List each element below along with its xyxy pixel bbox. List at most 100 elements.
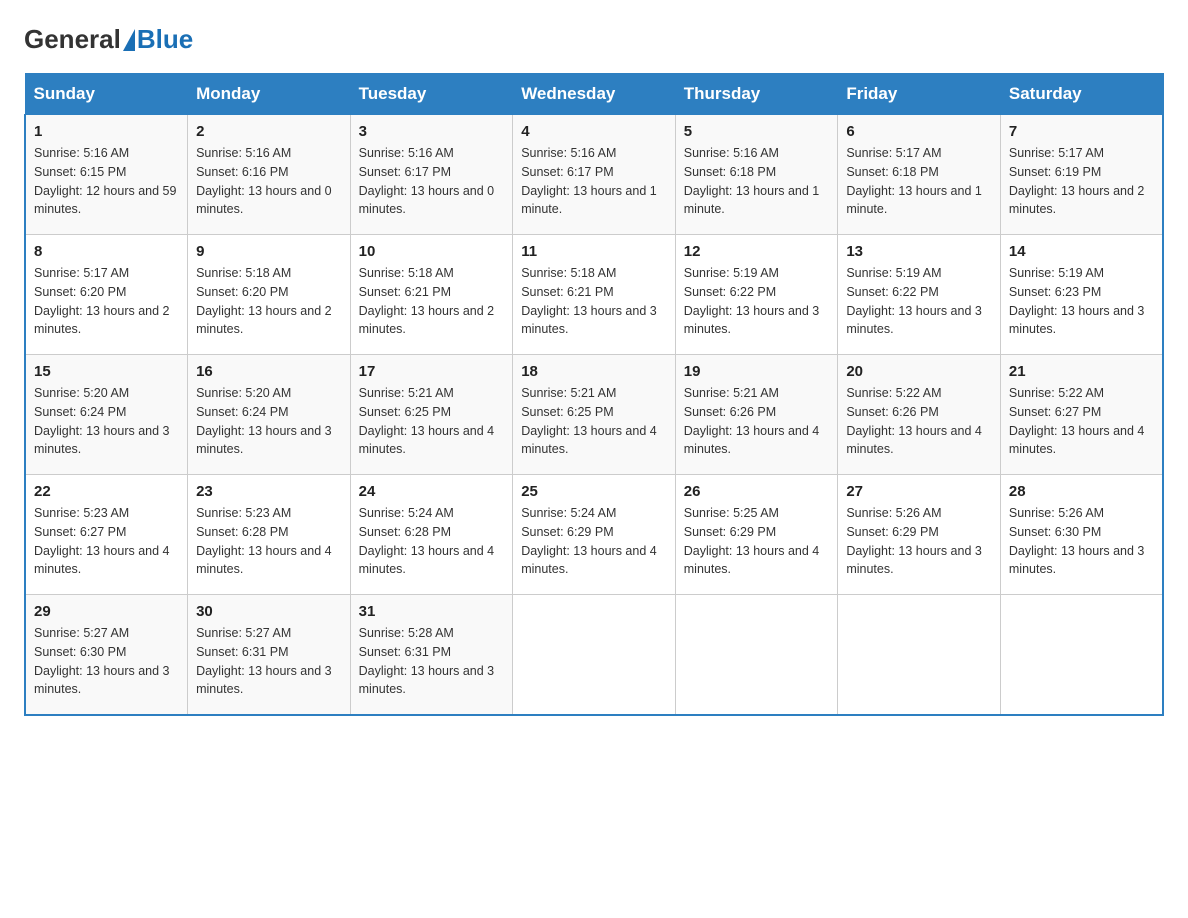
day-info: Sunrise: 5:20 AM Sunset: 6:24 PM Dayligh… (34, 384, 179, 459)
calendar-week-row: 8 Sunrise: 5:17 AM Sunset: 6:20 PM Dayli… (25, 235, 1163, 355)
calendar-cell: 24 Sunrise: 5:24 AM Sunset: 6:28 PM Dayl… (350, 475, 513, 595)
day-number: 28 (1009, 483, 1154, 500)
day-info: Sunrise: 5:19 AM Sunset: 6:22 PM Dayligh… (684, 264, 830, 339)
calendar-cell: 13 Sunrise: 5:19 AM Sunset: 6:22 PM Dayl… (838, 235, 1001, 355)
day-info: Sunrise: 5:20 AM Sunset: 6:24 PM Dayligh… (196, 384, 342, 459)
calendar-cell: 5 Sunrise: 5:16 AM Sunset: 6:18 PM Dayli… (675, 115, 838, 235)
day-info: Sunrise: 5:21 AM Sunset: 6:26 PM Dayligh… (684, 384, 830, 459)
column-header-monday: Monday (188, 74, 351, 115)
day-number: 8 (34, 243, 179, 260)
calendar-cell: 31 Sunrise: 5:28 AM Sunset: 6:31 PM Dayl… (350, 595, 513, 715)
day-info: Sunrise: 5:16 AM Sunset: 6:17 PM Dayligh… (359, 144, 505, 219)
day-number: 15 (34, 363, 179, 380)
day-number: 21 (1009, 363, 1154, 380)
day-info: Sunrise: 5:19 AM Sunset: 6:23 PM Dayligh… (1009, 264, 1154, 339)
day-number: 10 (359, 243, 505, 260)
day-number: 20 (846, 363, 992, 380)
logo-blue-text: Blue (137, 24, 193, 55)
calendar-cell (838, 595, 1001, 715)
day-info: Sunrise: 5:26 AM Sunset: 6:29 PM Dayligh… (846, 504, 992, 579)
column-header-sunday: Sunday (25, 74, 188, 115)
day-number: 6 (846, 123, 992, 140)
calendar-week-row: 29 Sunrise: 5:27 AM Sunset: 6:30 PM Dayl… (25, 595, 1163, 715)
calendar-cell: 22 Sunrise: 5:23 AM Sunset: 6:27 PM Dayl… (25, 475, 188, 595)
day-info: Sunrise: 5:21 AM Sunset: 6:25 PM Dayligh… (359, 384, 505, 459)
calendar-cell: 10 Sunrise: 5:18 AM Sunset: 6:21 PM Dayl… (350, 235, 513, 355)
day-number: 19 (684, 363, 830, 380)
calendar-header-row: SundayMondayTuesdayWednesdayThursdayFrid… (25, 74, 1163, 115)
day-info: Sunrise: 5:16 AM Sunset: 6:17 PM Dayligh… (521, 144, 667, 219)
day-info: Sunrise: 5:24 AM Sunset: 6:29 PM Dayligh… (521, 504, 667, 579)
calendar-cell (675, 595, 838, 715)
column-header-friday: Friday (838, 74, 1001, 115)
calendar-cell: 9 Sunrise: 5:18 AM Sunset: 6:20 PM Dayli… (188, 235, 351, 355)
calendar-cell: 2 Sunrise: 5:16 AM Sunset: 6:16 PM Dayli… (188, 115, 351, 235)
day-number: 26 (684, 483, 830, 500)
logo-triangle-icon (123, 29, 135, 51)
day-info: Sunrise: 5:27 AM Sunset: 6:30 PM Dayligh… (34, 624, 179, 699)
day-info: Sunrise: 5:26 AM Sunset: 6:30 PM Dayligh… (1009, 504, 1154, 579)
day-number: 4 (521, 123, 667, 140)
day-info: Sunrise: 5:22 AM Sunset: 6:26 PM Dayligh… (846, 384, 992, 459)
day-info: Sunrise: 5:23 AM Sunset: 6:28 PM Dayligh… (196, 504, 342, 579)
day-number: 24 (359, 483, 505, 500)
day-number: 25 (521, 483, 667, 500)
day-number: 13 (846, 243, 992, 260)
calendar-cell (513, 595, 676, 715)
day-info: Sunrise: 5:25 AM Sunset: 6:29 PM Dayligh… (684, 504, 830, 579)
calendar-table: SundayMondayTuesdayWednesdayThursdayFrid… (24, 73, 1164, 716)
day-info: Sunrise: 5:17 AM Sunset: 6:19 PM Dayligh… (1009, 144, 1154, 219)
calendar-cell: 8 Sunrise: 5:17 AM Sunset: 6:20 PM Dayli… (25, 235, 188, 355)
day-info: Sunrise: 5:27 AM Sunset: 6:31 PM Dayligh… (196, 624, 342, 699)
day-number: 7 (1009, 123, 1154, 140)
column-header-wednesday: Wednesday (513, 74, 676, 115)
day-info: Sunrise: 5:17 AM Sunset: 6:18 PM Dayligh… (846, 144, 992, 219)
calendar-cell: 4 Sunrise: 5:16 AM Sunset: 6:17 PM Dayli… (513, 115, 676, 235)
day-info: Sunrise: 5:22 AM Sunset: 6:27 PM Dayligh… (1009, 384, 1154, 459)
calendar-cell: 1 Sunrise: 5:16 AM Sunset: 6:15 PM Dayli… (25, 115, 188, 235)
day-number: 16 (196, 363, 342, 380)
day-info: Sunrise: 5:24 AM Sunset: 6:28 PM Dayligh… (359, 504, 505, 579)
day-info: Sunrise: 5:23 AM Sunset: 6:27 PM Dayligh… (34, 504, 179, 579)
day-number: 1 (34, 123, 179, 140)
day-number: 31 (359, 603, 505, 620)
day-number: 30 (196, 603, 342, 620)
logo: General Blue (24, 24, 193, 55)
calendar-week-row: 1 Sunrise: 5:16 AM Sunset: 6:15 PM Dayli… (25, 115, 1163, 235)
calendar-cell: 11 Sunrise: 5:18 AM Sunset: 6:21 PM Dayl… (513, 235, 676, 355)
day-info: Sunrise: 5:16 AM Sunset: 6:18 PM Dayligh… (684, 144, 830, 219)
day-number: 12 (684, 243, 830, 260)
day-number: 14 (1009, 243, 1154, 260)
day-number: 5 (684, 123, 830, 140)
day-number: 2 (196, 123, 342, 140)
day-info: Sunrise: 5:18 AM Sunset: 6:20 PM Dayligh… (196, 264, 342, 339)
day-info: Sunrise: 5:28 AM Sunset: 6:31 PM Dayligh… (359, 624, 505, 699)
day-number: 27 (846, 483, 992, 500)
day-info: Sunrise: 5:18 AM Sunset: 6:21 PM Dayligh… (359, 264, 505, 339)
day-number: 9 (196, 243, 342, 260)
day-info: Sunrise: 5:17 AM Sunset: 6:20 PM Dayligh… (34, 264, 179, 339)
calendar-cell: 7 Sunrise: 5:17 AM Sunset: 6:19 PM Dayli… (1000, 115, 1163, 235)
day-number: 29 (34, 603, 179, 620)
calendar-cell: 15 Sunrise: 5:20 AM Sunset: 6:24 PM Dayl… (25, 355, 188, 475)
calendar-cell: 30 Sunrise: 5:27 AM Sunset: 6:31 PM Dayl… (188, 595, 351, 715)
calendar-week-row: 22 Sunrise: 5:23 AM Sunset: 6:27 PM Dayl… (25, 475, 1163, 595)
day-number: 18 (521, 363, 667, 380)
column-header-tuesday: Tuesday (350, 74, 513, 115)
calendar-cell: 12 Sunrise: 5:19 AM Sunset: 6:22 PM Dayl… (675, 235, 838, 355)
calendar-cell: 20 Sunrise: 5:22 AM Sunset: 6:26 PM Dayl… (838, 355, 1001, 475)
calendar-week-row: 15 Sunrise: 5:20 AM Sunset: 6:24 PM Dayl… (25, 355, 1163, 475)
calendar-cell: 28 Sunrise: 5:26 AM Sunset: 6:30 PM Dayl… (1000, 475, 1163, 595)
calendar-cell: 17 Sunrise: 5:21 AM Sunset: 6:25 PM Dayl… (350, 355, 513, 475)
calendar-cell: 29 Sunrise: 5:27 AM Sunset: 6:30 PM Dayl… (25, 595, 188, 715)
page-header: General Blue (24, 24, 1164, 55)
day-info: Sunrise: 5:19 AM Sunset: 6:22 PM Dayligh… (846, 264, 992, 339)
day-info: Sunrise: 5:18 AM Sunset: 6:21 PM Dayligh… (521, 264, 667, 339)
day-info: Sunrise: 5:16 AM Sunset: 6:16 PM Dayligh… (196, 144, 342, 219)
calendar-cell: 14 Sunrise: 5:19 AM Sunset: 6:23 PM Dayl… (1000, 235, 1163, 355)
calendar-cell: 26 Sunrise: 5:25 AM Sunset: 6:29 PM Dayl… (675, 475, 838, 595)
day-info: Sunrise: 5:16 AM Sunset: 6:15 PM Dayligh… (34, 144, 179, 219)
day-number: 3 (359, 123, 505, 140)
logo-general-text: General (24, 24, 121, 55)
calendar-cell: 3 Sunrise: 5:16 AM Sunset: 6:17 PM Dayli… (350, 115, 513, 235)
